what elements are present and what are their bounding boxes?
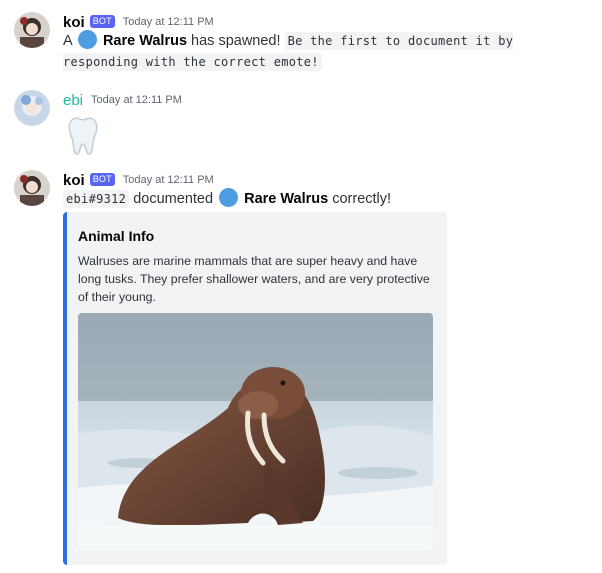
text-prefix: A (63, 33, 72, 49)
message-header: ebi Today at 12:11 PM (63, 90, 182, 110)
avatar-koi[interactable] (14, 170, 50, 206)
avatar-koi[interactable] (14, 12, 50, 48)
message-header: koi BOT Today at 12:11 PM (63, 170, 214, 190)
animal-info-embed: Animal Info Walruses are marine mammals … (63, 212, 447, 565)
embed-description: Walruses are marine mammals that are sup… (78, 254, 430, 304)
tooth-emoji-icon (66, 116, 100, 161)
text-suffix: correctly! (332, 191, 392, 207)
timestamp: Today at 12:11 PM (122, 16, 214, 28)
message-header: koi BOT Today at 12:11 PM (63, 12, 214, 32)
globe-emoji-icon (219, 188, 239, 207)
timestamp: Today at 12:11 PM (91, 94, 182, 106)
username[interactable]: ebi (63, 92, 83, 109)
user-code: ebi#9312 (63, 190, 130, 208)
avatar-ebi[interactable] (14, 90, 50, 126)
username[interactable]: koi (63, 14, 85, 31)
text-middle: has spawned! (191, 33, 281, 49)
embed-title: Animal Info (78, 228, 155, 244)
message-content: ebi#9312 documented Rare Walrus correctl… (63, 188, 583, 210)
timestamp: Today at 12:11 PM (122, 174, 214, 186)
globe-emoji-icon (77, 30, 97, 49)
bot-tag: BOT (89, 172, 115, 186)
creature-name: Rare Walrus (102, 33, 188, 49)
username[interactable]: koi (63, 172, 85, 189)
text-middle: documented (133, 191, 214, 207)
walrus-image[interactable] (78, 313, 433, 550)
creature-name: Rare Walrus (244, 191, 329, 207)
message-content: A Rare Walrus has spawned! Be the first … (63, 30, 583, 73)
chat-log: koi BOT Today at 12:11 PM A Rare Walrus … (0, 0, 602, 573)
bot-tag: BOT (89, 14, 115, 28)
